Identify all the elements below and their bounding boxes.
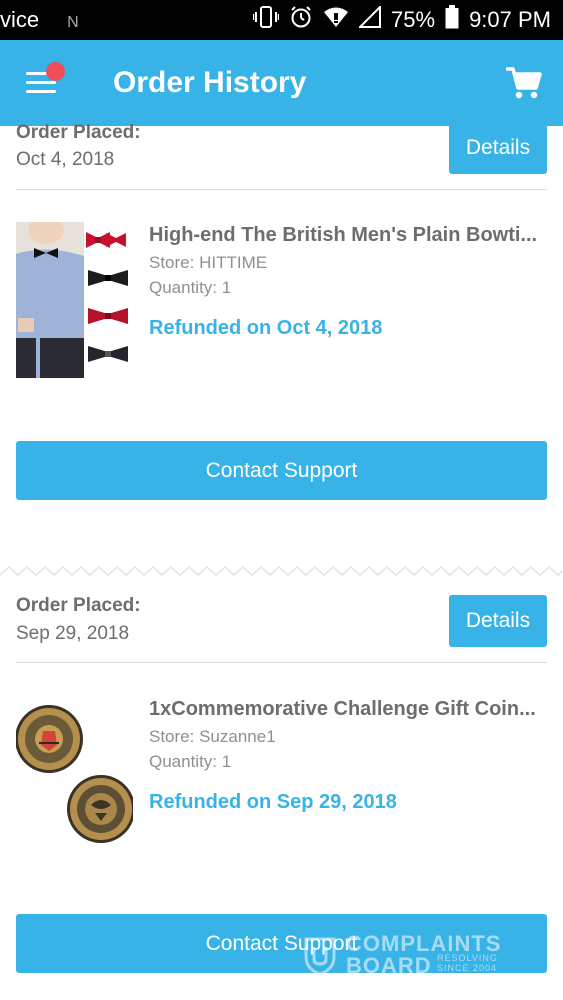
refund-status: Refunded on Sep 29, 2018 — [149, 791, 397, 813]
cart-button[interactable] — [505, 66, 544, 104]
order-date: Sep 29, 2018 — [16, 623, 130, 644]
item-quantity: Quantity: 1 — [149, 752, 232, 771]
signal-icon — [357, 4, 382, 34]
watermark-logo: COMPLAINTS BOARD RESOLVING SINCE 2004 — [302, 933, 532, 977]
order-separator — [0, 561, 563, 581]
battery-percent: 75% — [391, 7, 436, 32]
cart-icon — [505, 67, 542, 104]
notification-icon: N — [67, 14, 79, 31]
page-title: Order History — [113, 66, 307, 99]
order-date: Oct 4, 2018 — [16, 149, 115, 170]
carrier-label: vice — [0, 7, 40, 32]
order-placed-label: Order Placed: — [16, 122, 141, 143]
details-button[interactable]: Details — [449, 122, 547, 174]
contact-support-button[interactable]: Contact Support — [16, 441, 547, 500]
item-title[interactable]: High-end The British Men's Plain Bowti..… — [149, 224, 549, 247]
app-bar: Order History — [0, 40, 563, 126]
details-button[interactable]: Details — [449, 595, 547, 647]
wifi-icon — [323, 6, 349, 34]
item-store: Store: HITTIME — [149, 253, 268, 272]
menu-button[interactable] — [26, 62, 65, 98]
refund-status: Refunded on Oct 4, 2018 — [149, 317, 383, 339]
status-bar: vice N 75% 9:07 PM — [0, 0, 563, 40]
item-store: Store: Suzanne1 — [149, 727, 276, 746]
item-title[interactable]: 1xCommemorative Challenge Gift Coin... — [149, 698, 549, 721]
clock: 9:07 PM — [469, 7, 551, 32]
product-thumbnail-coin[interactable] — [16, 697, 133, 853]
order-placed-label: Order Placed: — [16, 595, 141, 616]
divider — [16, 189, 547, 190]
alarm-icon — [289, 5, 313, 35]
notification-badge — [46, 62, 65, 81]
battery-icon — [445, 5, 459, 35]
watermark-subtext: RESOLVING SINCE 2004 — [437, 953, 498, 973]
item-quantity: Quantity: 1 — [149, 278, 232, 297]
divider — [16, 662, 547, 663]
vibrate-icon — [252, 5, 280, 35]
product-thumbnail-bowtie[interactable] — [16, 222, 133, 378]
